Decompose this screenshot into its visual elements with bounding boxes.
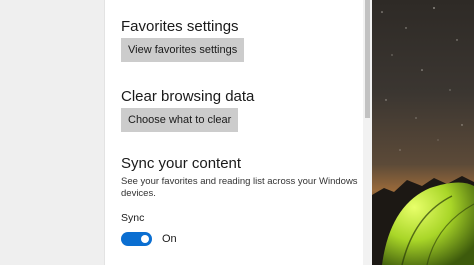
desktop-wallpaper-image xyxy=(372,0,474,265)
sync-toggle[interactable] xyxy=(121,232,152,246)
scrollbar-thumb[interactable] xyxy=(365,0,370,118)
settings-panel: Favorites settings View favorites settin… xyxy=(105,0,363,265)
favorites-settings-heading: Favorites settings xyxy=(121,18,239,35)
wallpaper-night-sky-tent xyxy=(372,0,474,265)
choose-what-to-clear-button[interactable]: Choose what to clear xyxy=(121,108,239,132)
left-pane-background xyxy=(0,0,104,265)
clear-browsing-data-heading: Clear browsing data xyxy=(121,88,255,105)
sync-toggle-state: On xyxy=(162,233,177,245)
view-favorites-settings-button[interactable]: View favorites settings xyxy=(121,38,245,62)
sync-content-heading: Sync your content xyxy=(121,155,242,172)
sync-description: See your favorites and reading list acro… xyxy=(121,176,358,199)
toggle-knob xyxy=(141,235,149,243)
sync-toggle-label: Sync xyxy=(121,212,145,224)
